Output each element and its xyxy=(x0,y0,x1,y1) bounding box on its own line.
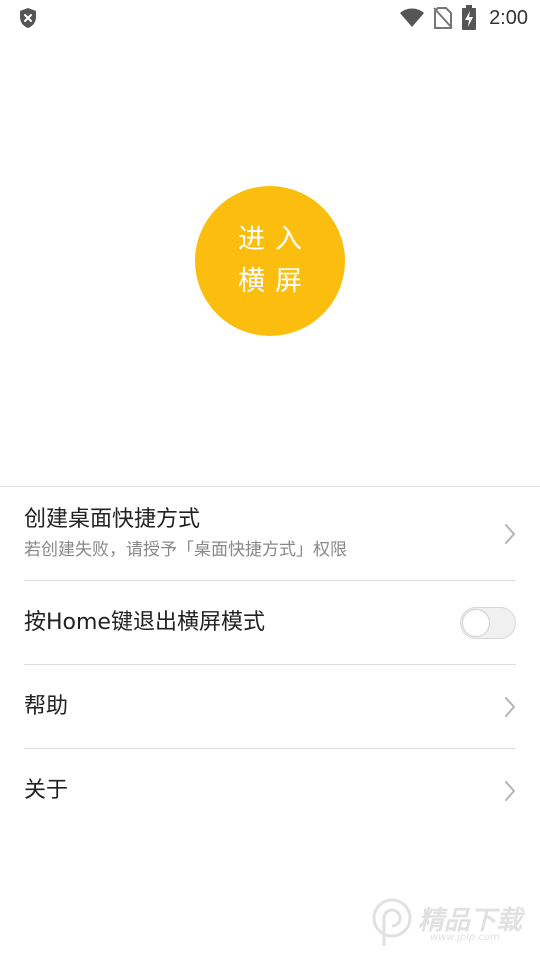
enter-button-line2: 横屏 xyxy=(238,266,312,297)
status-time: 2:00 xyxy=(489,6,528,29)
watermark-url: www.jplp.com xyxy=(430,932,500,943)
about-title: 关于 xyxy=(24,778,69,803)
chevron-right-icon xyxy=(504,696,516,718)
enter-landscape-button[interactable]: 进入 横屏 xyxy=(195,186,345,336)
enter-button-line1: 进入 xyxy=(238,224,312,255)
create-shortcut-row[interactable]: 创建桌面快捷方式 若创建失败，请授予「桌面快捷方式」权限 xyxy=(24,487,516,581)
status-bar: 2:00 xyxy=(0,0,540,36)
help-row[interactable]: 帮助 xyxy=(24,665,516,749)
hero-area: 进入 横屏 xyxy=(0,36,540,486)
watermark-logo-icon xyxy=(372,898,412,946)
shield-x-icon xyxy=(16,6,40,30)
chevron-right-icon xyxy=(504,523,516,545)
settings-list: 创建桌面快捷方式 若创建失败，请授予「桌面快捷方式」权限 按Home键退出横屏模… xyxy=(0,486,540,833)
home-exit-row: 按Home键退出横屏模式 xyxy=(24,581,516,665)
create-shortcut-subtitle: 若创建失败，请授予「桌面快捷方式」权限 xyxy=(24,539,347,560)
watermark: 精品下载 www.jplp.com xyxy=(370,896,530,952)
chevron-right-icon xyxy=(504,780,516,802)
wifi-icon xyxy=(399,7,425,29)
no-sim-icon xyxy=(433,6,453,30)
about-row[interactable]: 关于 xyxy=(24,749,516,833)
home-exit-title: 按Home键退出横屏模式 xyxy=(24,609,265,635)
home-exit-toggle[interactable] xyxy=(460,606,516,639)
toggle-knob xyxy=(462,608,490,637)
battery-charging-icon xyxy=(461,5,477,31)
help-title: 帮助 xyxy=(24,693,69,719)
create-shortcut-title: 创建桌面快捷方式 xyxy=(24,506,201,532)
